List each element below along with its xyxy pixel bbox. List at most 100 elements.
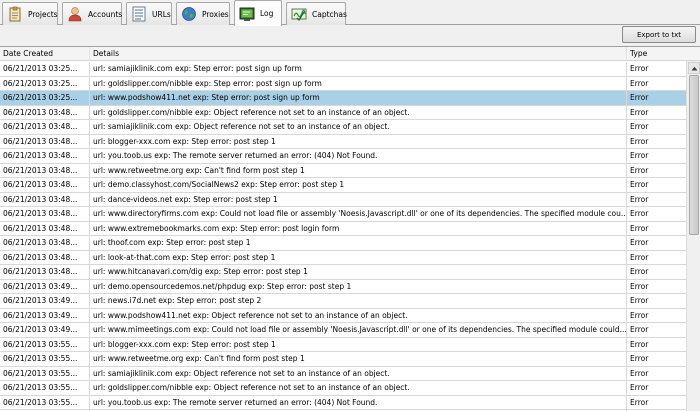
date-cell: 06/21/2013 03:48... <box>0 221 90 236</box>
details-cell: url: www.retweetme.org exp: Can't find f… <box>90 163 627 178</box>
table-row[interactable]: 06/21/2013 03:55... url: blogger-xxx.com … <box>0 337 686 352</box>
details-cell: url: www.mimeetings.com exp: Could not l… <box>90 323 627 337</box>
table-row[interactable]: 06/21/2013 03:49... url: www.podshow411.n… <box>0 308 686 323</box>
table-row[interactable]: 06/21/2013 03:55... url: you.toob.us exp:… <box>0 395 686 410</box>
type-cell: Error <box>630 368 649 378</box>
type-cell: Error <box>630 151 649 160</box>
log-icon <box>239 6 255 22</box>
table-row[interactable]: 06/21/2013 03:25... url: goldslipper.com/… <box>0 76 686 91</box>
details-cell: url: www.podshow411.net exp: Object refe… <box>90 308 627 323</box>
table-row[interactable]: 06/21/2013 03:48... url: www.directoryfir… <box>0 207 686 222</box>
tab-label: Log <box>260 9 274 18</box>
table-row[interactable]: 06/21/2013 03:48... url: goldslipper.com/… <box>0 105 686 120</box>
date-cell: 06/21/2013 03:48... <box>0 120 90 134</box>
details-cell: url: look-at-that.com exp: Step error: p… <box>90 250 627 265</box>
captcha-icon <box>291 6 307 22</box>
table-row[interactable]: 06/21/2013 03:48... url: www.hitcanavari.… <box>0 265 686 280</box>
column-header-date-created[interactable]: Date Created <box>0 47 90 61</box>
table-row[interactable]: 06/21/2013 03:49... url: news.i7d.net exp… <box>0 294 686 309</box>
type-cell: Error <box>630 180 649 189</box>
tab-projects[interactable]: Projects <box>2 2 58 25</box>
details-cell: url: news.i7d.net exp: Step error: post … <box>90 294 627 308</box>
date-cell: 06/21/2013 03:48... <box>0 149 90 163</box>
table-row[interactable]: 06/21/2013 03:55... url: samiajiklinik.co… <box>0 366 686 381</box>
details-cell: url: dance-videos.net exp: Step error: p… <box>90 192 627 207</box>
type-cell: Error <box>630 310 649 320</box>
type-cell: Error <box>630 223 649 233</box>
type-cell: Error <box>630 325 649 334</box>
date-cell: 06/21/2013 03:25... <box>0 76 90 91</box>
date-cell: 06/21/2013 03:49... <box>0 323 90 337</box>
export-to-txt-button[interactable]: Export to txt <box>622 26 696 43</box>
date-cell: 06/21/2013 03:49... <box>0 279 90 294</box>
table-row[interactable]: 06/21/2013 03:49... url: demo.opensourced… <box>0 279 686 294</box>
details-cell: url: www.directoryfirms.com exp: Could n… <box>90 207 627 221</box>
arrow-up-icon <box>691 66 697 70</box>
list-icon <box>131 6 147 22</box>
table-row[interactable]: 06/21/2013 03:25... url: www.podshow411.n… <box>0 91 686 106</box>
scrollbar-thumb[interactable] <box>689 75 699 235</box>
type-cell: Error <box>630 354 649 363</box>
details-cell: url: goldslipper.com/nibble exp: Object … <box>90 381 627 395</box>
toolbar: Export to txt <box>0 25 700 45</box>
table-row[interactable]: 06/21/2013 03:48... url: samiajiklinik.co… <box>0 120 686 135</box>
type-cell: Error <box>630 165 649 175</box>
table-row[interactable]: 06/21/2013 03:48... url: dance-videos.net… <box>0 192 686 207</box>
type-cell: Error <box>630 107 649 117</box>
table-row[interactable]: 06/21/2013 03:48... url: demo.classyhost.… <box>0 178 686 193</box>
table-row[interactable]: 06/21/2013 03:48... url: www.retweetme.or… <box>0 163 686 178</box>
tab-captchas[interactable]: Captchas <box>286 2 347 25</box>
type-cell: Error <box>630 64 649 73</box>
table-row[interactable]: 06/21/2013 03:55... url: goldslipper.com/… <box>0 381 686 396</box>
table-row[interactable]: 06/21/2013 03:25... url: samiajiklinik.co… <box>0 62 686 77</box>
user-icon <box>67 6 83 22</box>
type-cell: Error <box>630 93 649 102</box>
date-cell: 06/21/2013 03:48... <box>0 134 90 149</box>
date-cell: 06/21/2013 03:55... <box>0 395 90 410</box>
type-cell: Error <box>630 252 649 262</box>
details-cell: url: samiajiklinik.com exp: Step error: … <box>90 62 627 76</box>
vertical-scrollbar[interactable] <box>686 61 700 411</box>
table-row[interactable]: 06/21/2013 03:48... url: www.extremebookm… <box>0 221 686 236</box>
type-cell: Error <box>630 194 649 204</box>
table-row[interactable]: 06/21/2013 03:48... url: you.toob.us exp:… <box>0 149 686 164</box>
table-row[interactable]: 06/21/2013 03:55... url: www.retweetme.or… <box>0 352 686 367</box>
details-cell: url: goldslipper.com/nibble exp: Step er… <box>90 76 627 91</box>
date-cell: 06/21/2013 03:49... <box>0 308 90 323</box>
date-cell: 06/21/2013 03:48... <box>0 236 90 250</box>
tab-proxies[interactable]: Proxies <box>176 2 230 25</box>
details-cell: url: samiajiklinik.com exp: Object refer… <box>90 366 627 381</box>
tab-accounts[interactable]: Accounts <box>62 2 122 25</box>
details-cell: url: you.toob.us exp: The remote server … <box>90 395 627 410</box>
details-cell: url: www.extremebookmarks.com exp: Step … <box>90 221 627 236</box>
type-cell: Error <box>630 397 649 407</box>
table-row[interactable]: 06/21/2013 03:48... url: blogger-xxx.com … <box>0 134 686 149</box>
details-cell: url: blogger-xxx.com exp: Step error: po… <box>90 134 627 149</box>
details-cell: url: demo.classyhost.com/SocialNews2 exp… <box>90 178 627 192</box>
details-cell: url: you.toob.us exp: The remote server … <box>90 149 627 163</box>
tab-label: Captchas <box>312 9 347 19</box>
type-cell: Error <box>630 281 649 291</box>
tab-bar: Projects Accounts URLs Proxies Log Captc… <box>0 0 700 26</box>
type-cell: Error <box>630 339 649 349</box>
type-cell: Error <box>630 383 649 392</box>
tab-urls[interactable]: URLs <box>126 2 172 25</box>
details-cell: url: demo.opensourcedemos.net/phpdug exp… <box>90 279 627 294</box>
column-header-details[interactable]: Details <box>90 47 627 61</box>
table-row[interactable]: 06/21/2013 03:48... url: thoof.com exp: S… <box>0 236 686 251</box>
tab-log[interactable]: Log <box>234 0 282 26</box>
details-cell: url: samiajiklinik.com exp: Object refer… <box>90 120 627 134</box>
details-cell: url: thoof.com exp: Step error: post ste… <box>90 236 627 250</box>
scroll-up-button[interactable] <box>688 62 700 74</box>
table-row[interactable]: 06/21/2013 03:49... url: www.mimeetings.c… <box>0 323 686 338</box>
date-cell: 06/21/2013 03:55... <box>0 337 90 352</box>
details-cell: url: www.hitcanavari.com/dig exp: Step e… <box>90 265 627 279</box>
column-header-type[interactable]: Type <box>627 47 700 61</box>
details-cell: url: www.retweetme.org exp: Can't find f… <box>90 352 627 366</box>
date-cell: 06/21/2013 03:25... <box>0 91 90 105</box>
date-cell: 06/21/2013 03:48... <box>0 265 90 279</box>
table-row[interactable]: 06/21/2013 03:48... url: look-at-that.com… <box>0 250 686 265</box>
type-cell: Error <box>630 238 649 247</box>
type-cell: Error <box>630 209 649 218</box>
tab-label: Projects <box>28 9 58 19</box>
